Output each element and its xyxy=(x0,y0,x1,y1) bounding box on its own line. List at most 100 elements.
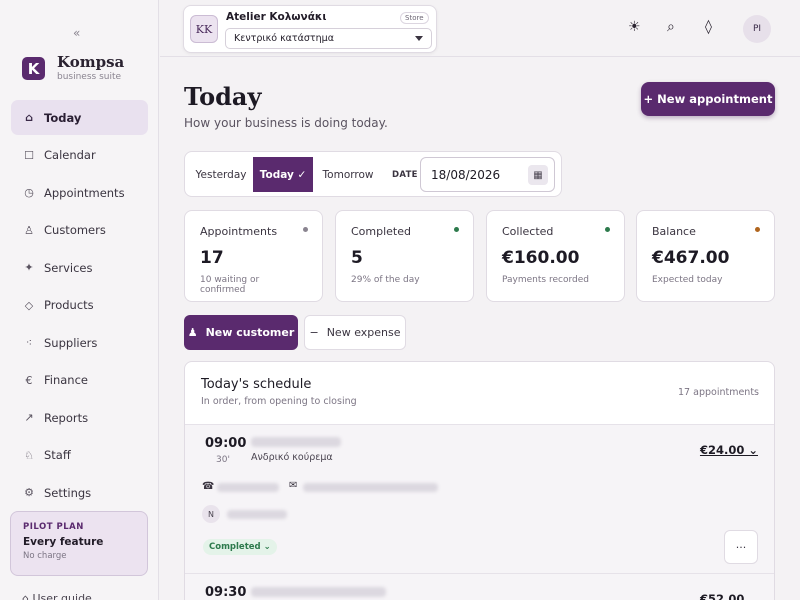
new-customer-label: New customer xyxy=(205,326,295,339)
home-icon: ⌂ xyxy=(25,111,33,124)
store-tag-badge: Store xyxy=(400,12,429,24)
staff-avatar: N xyxy=(202,505,220,523)
stat-value: €467.00 xyxy=(652,248,730,268)
brand[interactable]: K Kompsa business suite xyxy=(22,55,124,82)
stat-value: 17 xyxy=(200,248,224,268)
user-avatar[interactable]: PI xyxy=(743,15,771,43)
sidebar-nav: ⌂ Today ☐ Calendar ◷ Appointments ♙ Customer… xyxy=(11,100,148,513)
sidebar-item-calendar[interactable]: ☐ Calendar xyxy=(11,138,148,173)
user-guide-link[interactable]: ⌂ User guide xyxy=(22,592,92,600)
clock-icon: ◷ xyxy=(24,186,34,199)
sidebar-item-label: Services xyxy=(44,260,93,275)
store-switcher: KK Atelier Κολωνάκι Store Κεντρικό κατάσ… xyxy=(183,5,437,53)
user-guide-label: User guide xyxy=(32,592,92,600)
status-dot xyxy=(755,227,760,232)
store-avatar: KK xyxy=(190,15,218,43)
network-icon: ⁖ xyxy=(25,336,33,349)
status-dot xyxy=(454,227,459,232)
status-badge[interactable]: Completed ⌄ xyxy=(203,539,277,555)
sidebar-item-customers[interactable]: ♙ Customers xyxy=(11,213,148,248)
plan-card[interactable]: PILOT PLAN Every feature No charge xyxy=(10,511,148,576)
collapse-sidebar-icon[interactable]: « xyxy=(73,26,80,40)
stat-label: Collected xyxy=(502,225,554,238)
staff-name-redacted xyxy=(227,510,287,519)
appointment-time: 09:00 xyxy=(205,436,247,451)
topbar: KK Atelier Κολωνάκι Store Κεντρικό κατάσ… xyxy=(160,0,800,57)
sidebar-item-services[interactable]: ✦ Services xyxy=(11,250,148,285)
email-redacted xyxy=(303,483,438,492)
schedule-count: 17 appointments xyxy=(678,387,759,398)
new-expense-button[interactable]: − New expense xyxy=(304,315,406,350)
plan-tag: PILOT PLAN xyxy=(23,522,84,532)
sidebar-item-label: Calendar xyxy=(44,148,96,162)
appointment-service: Ανδρικό κούρεμα xyxy=(251,452,333,463)
search-icon[interactable]: ⌕ xyxy=(667,19,675,35)
new-expense-label: New expense xyxy=(326,326,401,339)
diamond-icon[interactable]: ◊ xyxy=(705,19,712,35)
new-appointment-button[interactable]: + New appointment xyxy=(641,82,775,116)
schedule-subtitle: In order, from opening to closing xyxy=(201,396,357,407)
staff-icon: ♘ xyxy=(24,448,34,462)
sidebar-item-label: Today xyxy=(44,110,82,125)
customer-name-redacted xyxy=(251,437,341,447)
tomorrow-button[interactable]: Tomorrow xyxy=(313,157,383,192)
sidebar-item-products[interactable]: ◇ Products xyxy=(11,288,148,323)
appointment-time: 09:30 xyxy=(205,585,247,600)
page-subtitle: How your business is doing today. xyxy=(184,116,388,130)
sidebar-item-label: Reports xyxy=(44,410,89,425)
status-dot xyxy=(303,227,308,232)
schedule-title: Today's schedule xyxy=(201,377,312,392)
user-icon: ♙ xyxy=(24,223,34,237)
appointment-price[interactable]: €52.00 ⌄ xyxy=(700,592,758,600)
book-icon: ⌂ xyxy=(22,592,33,600)
mail-icon: ✉ xyxy=(289,480,298,491)
new-customer-button[interactable]: ♟ New customer xyxy=(184,315,298,350)
date-selector: Yesterday Today ✓ Tomorrow DATE 18/08/20… xyxy=(184,151,562,197)
store-name: Atelier Κολωνάκι xyxy=(226,11,327,23)
sidebar-item-settings[interactable]: ⚙ Settings xyxy=(11,475,148,510)
date-input[interactable]: 18/08/2026 ▦ xyxy=(420,157,555,192)
sun-icon[interactable]: ☀ xyxy=(628,19,641,35)
sidebar-item-appointments[interactable]: ◷ Appointments xyxy=(11,175,148,210)
appointment-price[interactable]: €24.00 ⌄ xyxy=(700,443,758,457)
appointment-row[interactable]: 09:30 €52.00 ⌄ xyxy=(185,574,774,600)
sparkle-icon: ✦ xyxy=(24,261,34,274)
stat-label: Completed xyxy=(351,225,411,238)
brand-logo: K xyxy=(22,57,45,80)
sidebar-item-finance[interactable]: € Finance xyxy=(11,363,148,398)
sidebar-item-staff[interactable]: ♘ Staff xyxy=(11,438,148,473)
sidebar-item-reports[interactable]: ↗ Reports xyxy=(11,400,148,435)
stat-card-collected: Collected €160.00 Payments recorded xyxy=(486,210,625,302)
stat-card-balance: Balance €467.00 Expected today xyxy=(636,210,775,302)
store-location-select[interactable]: Κεντρικό κατάστημα xyxy=(225,28,432,49)
sidebar-item-label: Suppliers xyxy=(44,335,98,350)
gear-icon: ⚙ xyxy=(24,486,34,499)
appointment-row[interactable]: 09:00 30' Ανδρικό κούρεμα €24.00 ⌄ ☎ ✉ N… xyxy=(185,425,774,573)
stat-card-appointments: Appointments 17 10 waiting or confirmed xyxy=(184,210,323,302)
date-value: 18/08/2026 xyxy=(431,168,501,182)
customer-name-redacted xyxy=(251,587,386,597)
more-options-button[interactable]: ··· xyxy=(724,530,758,564)
sidebar-item-suppliers[interactable]: ⁖ Suppliers xyxy=(11,325,148,360)
stat-subtitle: Expected today xyxy=(652,275,723,285)
sidebar-item-today[interactable]: ⌂ Today xyxy=(11,100,148,135)
diamond-icon: ◇ xyxy=(24,298,34,312)
store-location-value: Κεντρικό κατάστημα xyxy=(234,33,334,44)
stat-subtitle: 10 waiting or confirmed xyxy=(200,275,260,295)
stat-card-completed: Completed 5 29% of the day xyxy=(335,210,474,302)
sidebar-item-label: Finance xyxy=(44,373,88,387)
phone-icon: ☎ xyxy=(202,481,215,492)
sidebar-item-label: Customers xyxy=(44,223,106,237)
stat-value: 5 xyxy=(351,248,363,268)
stat-label: Balance xyxy=(652,225,696,238)
arrow-up-right-icon: ↗ xyxy=(24,411,34,424)
plan-subtitle: No charge xyxy=(23,551,67,561)
phone-number-redacted xyxy=(217,483,279,492)
sidebar-item-label: Staff xyxy=(44,448,71,462)
minus-icon: − xyxy=(309,326,319,339)
yesterday-button[interactable]: Yesterday xyxy=(189,157,253,192)
euro-icon: € xyxy=(25,373,33,387)
today-button[interactable]: Today ✓ xyxy=(253,157,313,192)
calendar-icon[interactable]: ▦ xyxy=(528,165,548,185)
sidebar: « K Kompsa business suite ⌂ Today ☐ Calend… xyxy=(0,0,159,600)
